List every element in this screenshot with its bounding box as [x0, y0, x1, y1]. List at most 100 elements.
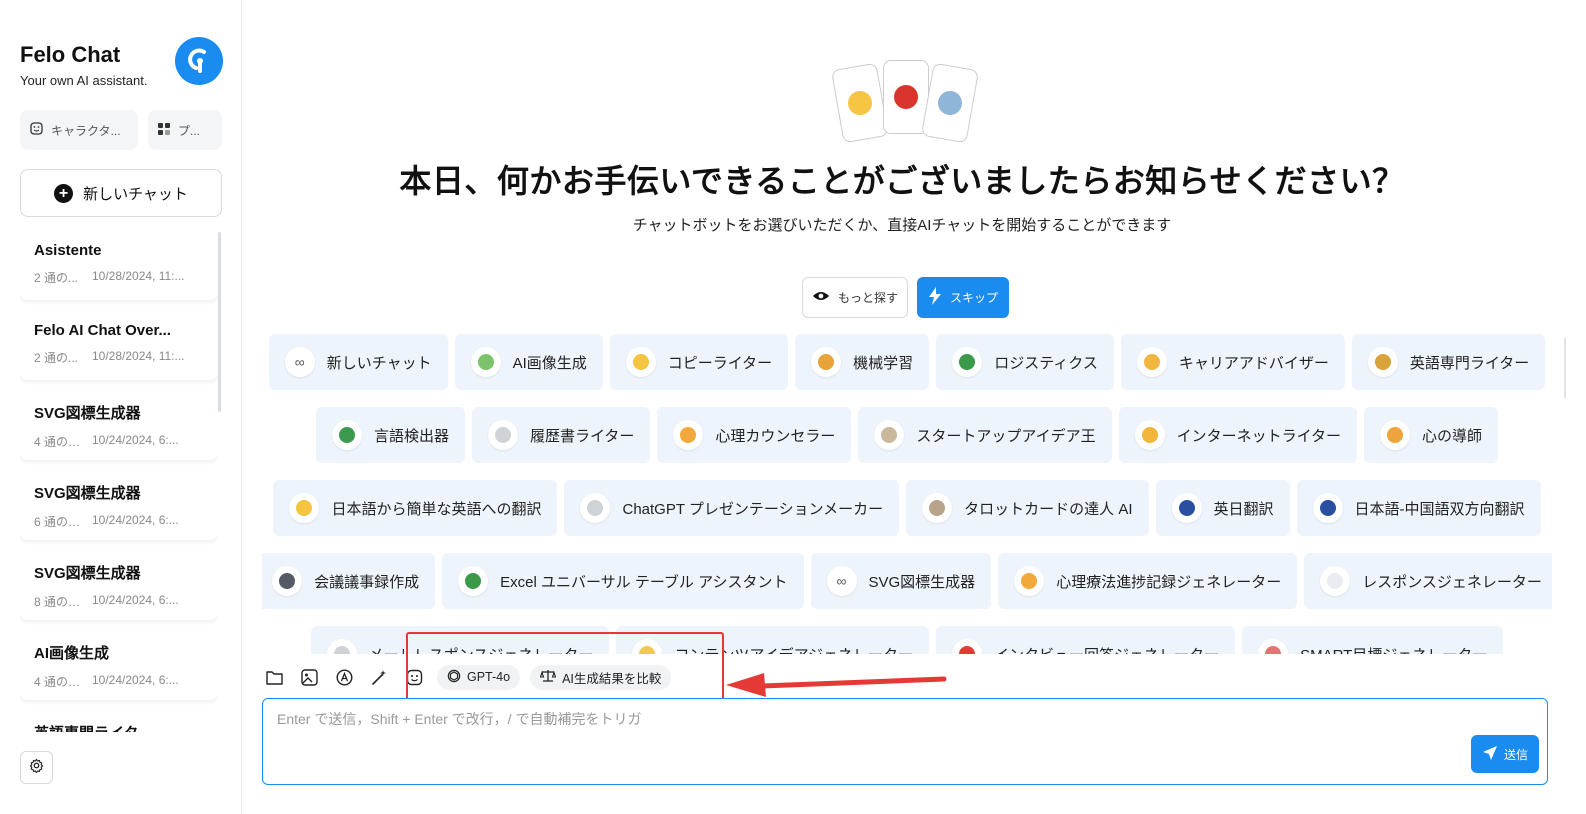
chatbot-card[interactable]: インターネットライター	[1118, 407, 1358, 463]
chatbot-avatar-icon	[470, 347, 501, 377]
chatbot-row: 会議議事録作成 Excel ユニバーサル テーブル アシスタント ∞ SVG図標生成器…	[262, 553, 1552, 609]
chatbot-avatar-icon	[673, 420, 704, 450]
folder-icon[interactable]	[262, 665, 287, 690]
plugin-button[interactable]: プ...	[148, 110, 222, 150]
explore-more-button[interactable]: もっと探す	[802, 277, 908, 318]
history-title: Felo AI Chat Over...	[34, 322, 171, 339]
message-composer: 送信	[262, 698, 1548, 785]
chatbot-card[interactable]: 心の導師	[1364, 407, 1499, 463]
magic-wand-icon[interactable]	[367, 665, 392, 690]
eye-icon	[812, 290, 830, 305]
chatbot-row: ∞ 新しいチャット AI画像生成 コピーライター 機械学習 ロジスティクス キャリアアドバイ…	[262, 334, 1552, 390]
skip-button[interactable]: スキップ	[917, 277, 1009, 318]
explore-more-label: もっと探す	[837, 291, 898, 305]
chatbot-card[interactable]: 日本語から簡単な英語への翻訳	[273, 480, 558, 536]
model-selector-label: GPT-4o	[467, 670, 511, 684]
page-scrollbar[interactable]	[1564, 338, 1566, 398]
history-item[interactable]: SVG図標生成器 4 通のチ... 10/24/2024, 6:...	[20, 392, 218, 460]
chatbot-label: 英日翻訳	[1213, 500, 1274, 518]
send-button-label: 送信	[1503, 747, 1528, 762]
grid-icon	[158, 122, 170, 138]
history-count: 2 通の...	[34, 271, 79, 285]
history-item[interactable]: Asistente 2 通の... 10/28/2024, 11:...	[20, 232, 218, 300]
sidebar-scrollbar[interactable]	[218, 232, 221, 412]
history-item[interactable]: SVG図標生成器 8 通のチ... 10/24/2024, 6:...	[20, 552, 218, 620]
chatbot-card[interactable]: キャリアアドバイザー	[1120, 334, 1345, 390]
history-count: 4 通のチ...	[34, 435, 84, 449]
history-count: 6 通のチ...	[34, 515, 84, 529]
chatbot-label: ChatGPT プレゼンテーションメーカー	[622, 500, 884, 518]
chatbot-card[interactable]: タロットカードの達人 AI	[906, 480, 1149, 536]
hero-character-cards	[830, 58, 982, 144]
page-subheadline: チャットボットをお選びいただくか、直接AIチャットを開始することができます	[632, 217, 1172, 234]
chatbot-label: インターネットライター	[1176, 427, 1342, 445]
lightning-icon	[928, 287, 942, 308]
chatbot-card[interactable]: 英語専門ライター	[1351, 334, 1546, 390]
history-count: 4 通のチ...	[34, 675, 84, 689]
compare-results-label: AI生成結果を比較	[562, 671, 662, 686]
history-count: 2 通の...	[34, 351, 79, 365]
chatbot-card[interactable]: 履歴書ライター	[471, 407, 651, 463]
chatbot-card[interactable]: コンテンツアイデアジェネレーター	[616, 626, 930, 654]
chatbot-avatar-icon	[1312, 493, 1343, 523]
chatbot-card[interactable]: 日本語-中国語双方向翻訳	[1296, 480, 1541, 536]
history-item[interactable]: 英語専門ライタ	[20, 712, 218, 732]
chatbot-card[interactable]: 心理カウンセラー	[657, 407, 852, 463]
chatbot-card[interactable]: コピーライター	[609, 334, 789, 390]
image-upload-icon[interactable]	[297, 665, 322, 690]
history-title: SVG図標生成器	[34, 565, 141, 582]
chatbot-avatar-icon: ∞	[826, 566, 857, 596]
chatbot-label: AI画像生成	[512, 354, 587, 372]
history-time: 10/24/2024, 6:...	[92, 433, 179, 447]
chatbot-card[interactable]: スタートアップアイデア王	[858, 407, 1112, 463]
settings-button[interactable]	[20, 751, 53, 784]
new-chat-button[interactable]: + 新しいチャット	[20, 169, 222, 217]
message-input[interactable]	[277, 709, 1457, 769]
character-button-label: キャラクタ...	[51, 123, 121, 138]
chatbot-card[interactable]: ロジスティクス	[936, 334, 1114, 390]
chatbot-row: 言語検出器 履歴書ライター 心理カウンセラー スタートアップアイデア王 インターネットラ…	[262, 407, 1552, 463]
chatbot-avatar-icon	[952, 347, 983, 377]
chatbot-row: 日本語から簡単な英語への翻訳 ChatGPT プレゼンテーションメーカー タロットカ…	[262, 480, 1552, 536]
chatbot-card[interactable]: インタビュー回答ジェネレーター	[936, 626, 1236, 655]
send-button[interactable]: 送信	[1471, 735, 1539, 773]
chatbot-card[interactable]: 機械学習	[795, 334, 930, 390]
history-item[interactable]: Felo AI Chat Over... 2 通の... 10/28/2024, …	[20, 312, 218, 380]
chatbot-card[interactable]: ∞ SVG図標生成器	[810, 553, 992, 609]
chatbot-avatar-icon	[1258, 639, 1289, 654]
chatbot-card[interactable]: 言語検出器	[315, 407, 465, 463]
history-title: SVG図標生成器	[34, 405, 141, 422]
chatbot-card[interactable]: レスポンスジェネレーター	[1304, 553, 1552, 609]
chatbot-card[interactable]: メールレスポンスジェネレーター	[310, 626, 610, 654]
chatbot-card[interactable]: ∞ 新しいチャット	[268, 334, 448, 390]
history-item[interactable]: AI画像生成 4 通のチ... 10/24/2024, 6:...	[20, 632, 218, 700]
plus-icon: +	[54, 183, 74, 203]
history-time: 10/28/2024, 11:...	[92, 349, 185, 363]
chatbot-card[interactable]: 心理療法進捗記録ジェネレーター	[998, 553, 1298, 609]
gear-icon	[29, 758, 44, 778]
chatbot-avatar-icon	[487, 420, 518, 450]
chatbot-label: インタビュー回答ジェネレーター	[994, 644, 1219, 655]
chatbot-label: 英語専門ライター	[1409, 354, 1530, 372]
model-selector[interactable]: GPT-4o	[437, 664, 521, 690]
chatbot-label: レスポンスジェネレーター	[1362, 573, 1542, 591]
history-item[interactable]: SVG図標生成器 6 通のチ... 10/24/2024, 6:...	[20, 472, 218, 540]
chatbot-card[interactable]: 会議議事録作成	[262, 553, 436, 609]
chatbot-card[interactable]: AI画像生成	[454, 334, 603, 390]
ogre-face-icon	[894, 85, 918, 109]
openai-icon	[447, 669, 461, 686]
chatbot-label: 会議議事録作成	[314, 573, 420, 591]
smile-icon	[30, 122, 43, 138]
chatbot-avatar-icon	[922, 493, 953, 523]
chatbot-label: 新しいチャット	[326, 354, 432, 372]
chatbot-card[interactable]: 英日翻訳	[1155, 480, 1290, 536]
compare-results-button[interactable]: AI生成結果を比較	[530, 664, 672, 690]
character-card	[830, 62, 890, 144]
translate-icon[interactable]	[332, 665, 357, 690]
chatbot-card[interactable]: SMART目標ジェネレーター	[1242, 626, 1504, 654]
character-icon[interactable]	[402, 665, 427, 690]
chatbot-card[interactable]: Excel ユニバーサル テーブル アシスタント	[442, 553, 804, 609]
chatbot-card[interactable]: ChatGPT プレゼンテーションメーカー	[564, 480, 900, 536]
character-button[interactable]: キャラクタ...	[20, 110, 138, 150]
chatbot-avatar-icon	[632, 639, 663, 654]
